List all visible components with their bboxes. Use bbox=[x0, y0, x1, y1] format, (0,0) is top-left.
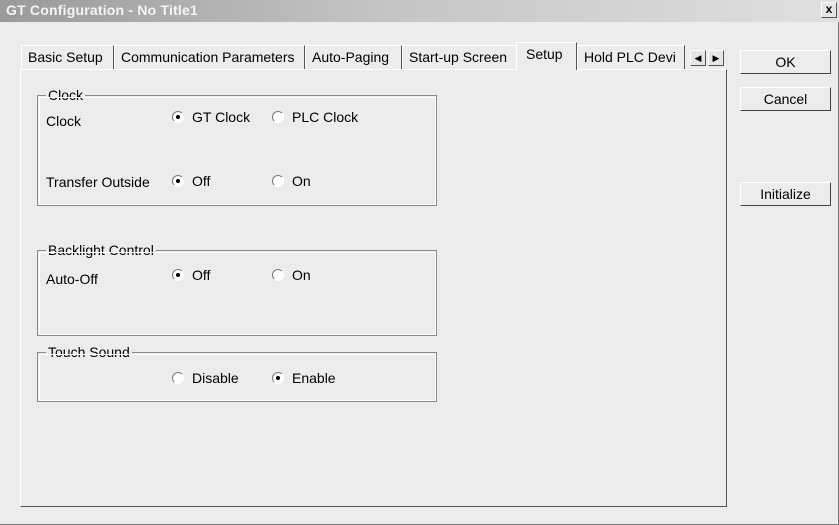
transfer-outside-label: Transfer Outside bbox=[46, 174, 150, 190]
setup-panel: Clock Clock GT Clock PLC Clock Transfer … bbox=[20, 69, 727, 507]
transfer-on-label: On bbox=[292, 173, 311, 189]
radio-checked-icon bbox=[272, 372, 284, 384]
backlight-group-title: Backlight Control bbox=[46, 242, 156, 258]
sound-enable-radio[interactable]: Enable bbox=[272, 370, 336, 386]
clock-groupbox: Clock Clock GT Clock PLC Clock Transfer … bbox=[37, 87, 437, 206]
radio-unchecked-icon bbox=[272, 175, 284, 187]
sound-disable-radio[interactable]: Disable bbox=[172, 370, 239, 386]
tab-hold-plc-device[interactable]: Hold PLC Devi bbox=[577, 45, 685, 69]
touch-sound-group-title: Touch Sound bbox=[46, 344, 132, 360]
window-title: GT Configuration - No Title1 bbox=[6, 2, 198, 18]
tab-communication-parameters[interactable]: Communication Parameters bbox=[114, 45, 305, 69]
sound-disable-label: Disable bbox=[192, 370, 239, 386]
transfer-on-radio[interactable]: On bbox=[272, 173, 311, 189]
tab-basic-setup[interactable]: Basic Setup bbox=[21, 45, 114, 69]
backlight-groupbox: Backlight Control Auto-Off Off On bbox=[37, 242, 437, 336]
initialize-button[interactable]: Initialize bbox=[740, 182, 831, 206]
tab-scroll-right-icon[interactable]: ▶ bbox=[708, 50, 724, 66]
radio-checked-icon bbox=[172, 269, 184, 281]
plc-clock-label: PLC Clock bbox=[292, 109, 359, 125]
tab-auto-paging[interactable]: Auto-Paging bbox=[305, 45, 402, 69]
plc-clock-radio[interactable]: PLC Clock bbox=[272, 109, 358, 125]
transfer-off-radio[interactable]: Off bbox=[172, 173, 210, 189]
backlight-on-radio[interactable]: On bbox=[272, 267, 311, 283]
radio-unchecked-icon bbox=[272, 269, 284, 281]
tab-start-up-screen[interactable]: Start-up Screen bbox=[402, 45, 517, 69]
tab-scroll-left-icon[interactable]: ◀ bbox=[690, 50, 706, 66]
ok-button[interactable]: OK bbox=[740, 50, 831, 74]
config-window: GT Configuration - No Title1 x Basic Set… bbox=[0, 0, 839, 525]
backlight-on-label: On bbox=[292, 267, 311, 283]
title-bar[interactable]: GT Configuration - No Title1 x bbox=[0, 0, 839, 22]
gt-clock-radio[interactable]: GT Clock bbox=[172, 109, 250, 125]
sound-enable-label: Enable bbox=[292, 370, 336, 386]
touch-sound-groupbox: Touch Sound Disable Enable bbox=[37, 344, 437, 402]
clock-group-title: Clock bbox=[46, 87, 86, 103]
radio-unchecked-icon bbox=[272, 111, 284, 123]
tab-setup[interactable]: Setup bbox=[516, 42, 577, 70]
gt-clock-label: GT Clock bbox=[192, 109, 251, 125]
cancel-button[interactable]: Cancel bbox=[740, 87, 831, 111]
clock-label: Clock bbox=[46, 113, 82, 129]
close-button[interactable]: x bbox=[821, 2, 837, 18]
auto-off-label: Auto-Off bbox=[46, 271, 98, 287]
transfer-off-label: Off bbox=[192, 173, 211, 189]
radio-checked-icon bbox=[172, 111, 184, 123]
radio-unchecked-icon bbox=[172, 372, 184, 384]
backlight-off-radio[interactable]: Off bbox=[172, 267, 210, 283]
radio-checked-icon bbox=[172, 175, 184, 187]
backlight-off-label: Off bbox=[192, 267, 211, 283]
